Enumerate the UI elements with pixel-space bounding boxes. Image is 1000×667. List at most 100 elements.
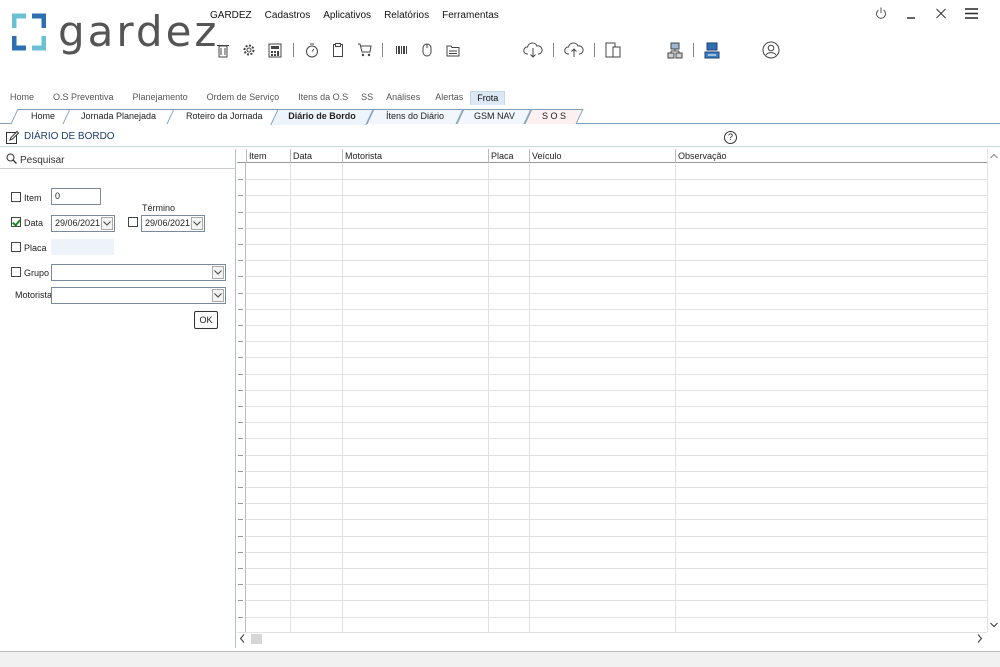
grupo-select[interactable] <box>51 264 226 281</box>
search-label: Pesquisar <box>20 154 65 166</box>
scroll-thumb[interactable] <box>251 634 262 644</box>
placa-input[interactable] <box>51 239 114 255</box>
tab-itens-do-diario[interactable]: Ítens do Diário <box>366 109 464 124</box>
trash-icon[interactable] <box>215 42 231 58</box>
item-input[interactable]: 0 <box>51 188 101 205</box>
data-label: Data <box>24 218 44 228</box>
main-menu: GARDEZ Cadastros Aplicativos Relatórios … <box>210 10 499 21</box>
toolbar-separator <box>693 43 694 57</box>
module-analises[interactable]: Análises <box>386 91 420 105</box>
clipboard-icon[interactable] <box>330 42 346 58</box>
grid-header: Item Data Motorista Placa Veículo Observ… <box>237 149 987 163</box>
column-header-observacao[interactable]: Observação <box>675 149 987 163</box>
grid-body <box>237 163 987 632</box>
chevron-down-icon[interactable] <box>101 217 113 230</box>
folder-icon[interactable] <box>445 42 461 58</box>
horizontal-scrollbar[interactable] <box>237 632 987 644</box>
ok-button[interactable]: OK <box>194 311 218 329</box>
item-checkbox[interactable] <box>11 192 21 202</box>
data-checkbox[interactable] <box>11 217 21 227</box>
tab-jornada-planejada[interactable]: Jornada Planejada <box>62 109 176 124</box>
gear-icon[interactable] <box>241 42 257 58</box>
column-header-veiculo[interactable]: Veículo <box>529 149 675 163</box>
module-planejamento[interactable]: Planejamento <box>133 91 188 105</box>
module-itens-da-os[interactable]: Itens da O.S <box>298 91 348 105</box>
column-header-motorista[interactable]: Motorista <box>342 149 488 163</box>
search-panel: Pesquisar Item 0 Data 29/06/2021 Término… <box>0 149 236 648</box>
grupo-label: Grupo <box>24 268 50 278</box>
chevron-down-icon[interactable] <box>191 217 203 230</box>
section-title: DIÁRIO DE BORDO <box>24 131 115 142</box>
chevron-left-icon[interactable] <box>239 634 245 645</box>
stopwatch-icon[interactable] <box>304 42 320 58</box>
data-grid[interactable]: Item Data Motorista Placa Veículo Observ… <box>237 149 987 632</box>
vertical-scrollbar[interactable] <box>987 149 1000 632</box>
divider <box>0 168 236 169</box>
module-os-preventiva[interactable]: O.S Preventiva <box>53 91 114 105</box>
grid-lines <box>238 163 987 632</box>
app-logo: gardez <box>11 7 220 56</box>
termino-date-picker[interactable]: 29/06/2021 <box>141 215 205 232</box>
tab-sos-label: S O S <box>541 111 566 121</box>
menu-relatorios[interactable]: Relatórios <box>384 10 429 21</box>
module-alertas[interactable]: Alertas <box>435 91 463 105</box>
edit-icon <box>6 130 20 146</box>
tab-gsm-nav[interactable]: GSM NAV <box>456 109 532 124</box>
sync-icon[interactable] <box>704 42 720 58</box>
placa-checkbox[interactable] <box>11 242 21 252</box>
termino-label: Término <box>142 203 176 213</box>
module-ordem-de-servico[interactable]: Ordem de Serviço <box>207 91 280 105</box>
termino-checkbox[interactable] <box>128 217 138 227</box>
module-ss[interactable]: SS <box>361 91 373 105</box>
data-date-value: 29/06/2021 <box>55 218 101 228</box>
menu-ferramentas[interactable]: Ferramentas <box>442 10 499 21</box>
module-frota[interactable]: Frota <box>470 91 506 105</box>
user-icon[interactable] <box>762 41 780 59</box>
grupo-checkbox[interactable] <box>11 267 21 277</box>
tab-itens-do-diario-label: Ítens do Diário <box>385 111 445 121</box>
item-label: Item <box>24 193 42 203</box>
cloud-upload-icon[interactable] <box>564 42 584 58</box>
column-header-item[interactable]: Item <box>246 149 290 163</box>
hamburger-icon[interactable] <box>964 5 978 21</box>
devices-icon[interactable] <box>605 42 621 58</box>
help-icon[interactable]: ? <box>724 131 737 144</box>
cart-icon[interactable] <box>356 42 372 58</box>
module-nav: Home O.S Preventiva Planejamento Ordem d… <box>10 91 506 105</box>
search-header[interactable]: Pesquisar <box>6 153 64 167</box>
chevron-down-icon[interactable] <box>990 620 998 630</box>
chevron-down-icon[interactable] <box>212 289 224 302</box>
menu-aplicativos[interactable]: Aplicativos <box>323 10 371 21</box>
chevron-up-icon[interactable] <box>990 151 998 161</box>
network-icon[interactable] <box>667 42 683 58</box>
module-home[interactable]: Home <box>10 91 34 105</box>
window-controls <box>874 5 978 21</box>
tab-diario-de-bordo-label: Diário de Bordo <box>288 111 356 121</box>
barcode-icon[interactable] <box>393 42 409 58</box>
search-icon <box>6 153 17 167</box>
column-header-placa[interactable]: Placa <box>488 149 529 163</box>
tab-sos[interactable]: S O S <box>524 109 584 124</box>
section-header: DIÁRIO DE BORDO ? <box>0 127 1000 147</box>
logo-mark-icon <box>11 12 47 52</box>
tab-home-label: Home <box>30 111 55 121</box>
menu-cadastros[interactable]: Cadastros <box>265 10 311 21</box>
main-toolbar <box>210 39 785 61</box>
column-header-data[interactable]: Data <box>290 149 342 163</box>
motorista-select[interactable] <box>51 287 226 304</box>
cloud-download-icon[interactable] <box>523 42 543 58</box>
data-date-picker[interactable]: 29/06/2021 <box>51 215 115 232</box>
chevron-down-icon[interactable] <box>212 266 224 279</box>
power-icon[interactable] <box>874 5 888 21</box>
placa-label: Placa <box>24 243 47 253</box>
menu-gardez[interactable]: GARDEZ <box>210 10 252 21</box>
calculator-icon[interactable] <box>267 42 283 58</box>
tab-roteiro-da-jornada[interactable]: Roteiro da Jornada <box>166 109 282 124</box>
tab-diario-de-bordo[interactable]: Diário de Bordo <box>270 109 374 125</box>
close-icon[interactable] <box>934 5 948 21</box>
row-indicator-column <box>237 163 246 632</box>
minimize-icon[interactable] <box>904 5 918 21</box>
mouse-icon[interactable] <box>419 42 435 58</box>
chevron-right-icon[interactable] <box>977 634 983 645</box>
logo-text: gardez <box>58 7 220 56</box>
